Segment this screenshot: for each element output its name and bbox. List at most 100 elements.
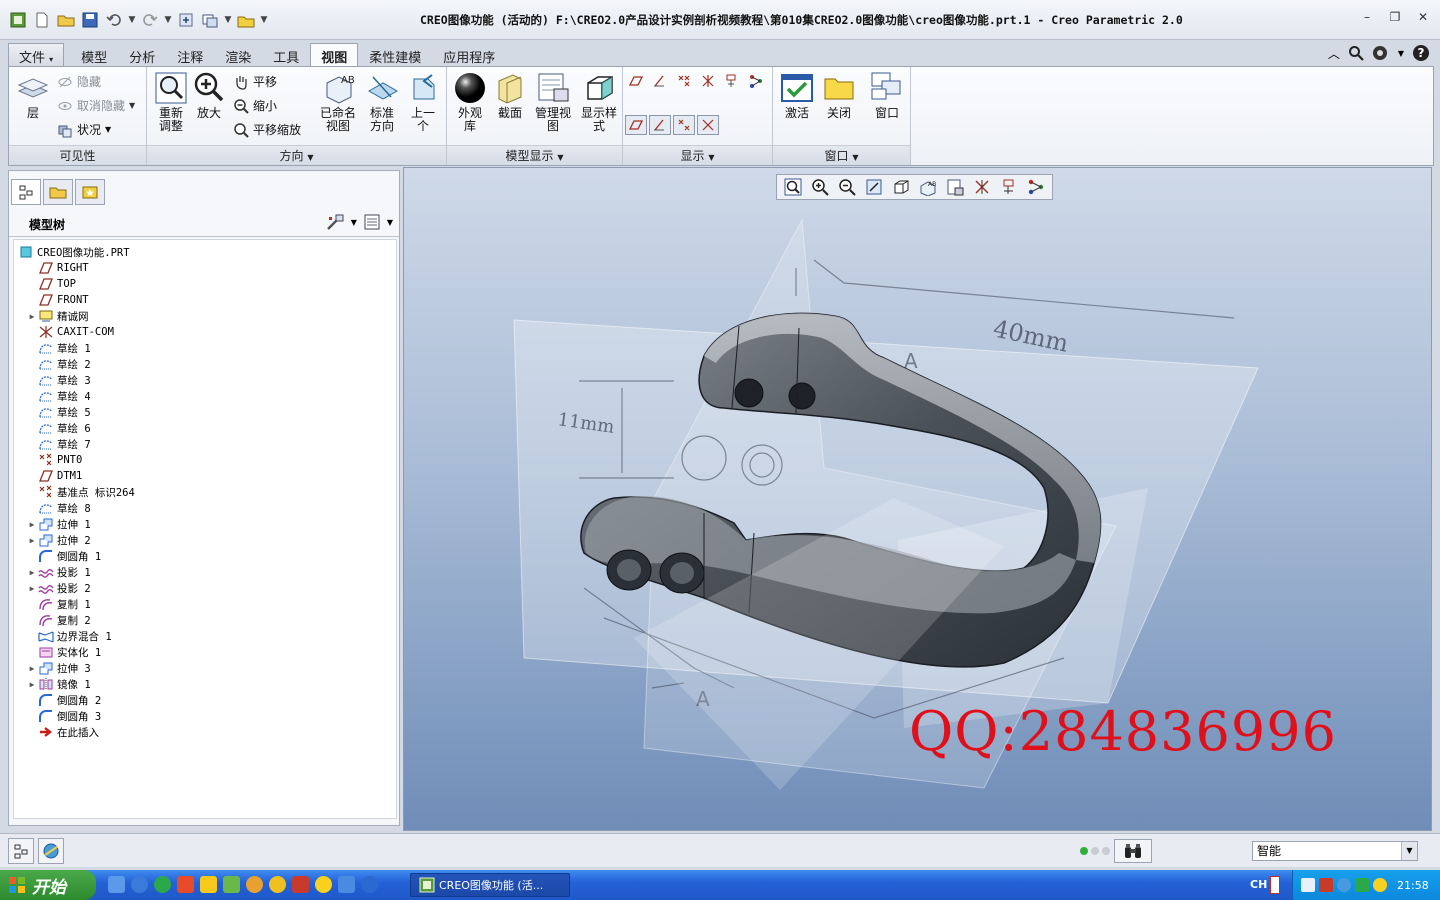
- section-button[interactable]: 截面: [493, 71, 527, 120]
- tree-item[interactable]: ▶ 投影 2: [26, 580, 91, 596]
- language-indicator[interactable]: CH: [1250, 878, 1267, 891]
- restore-icon[interactable]: ❐: [1388, 10, 1402, 24]
- tree-item[interactable]: 草绘 5: [26, 404, 91, 420]
- tree-item[interactable]: 倒圆角 1: [26, 548, 101, 564]
- tray-network-icon[interactable]: [1301, 878, 1315, 892]
- qat-customize-icon[interactable]: ▼: [260, 12, 268, 28]
- tree-item[interactable]: 倒圆角 3: [26, 708, 101, 724]
- expand-arrow-icon[interactable]: ▶: [26, 664, 38, 673]
- tree-item[interactable]: 草绘 7: [26, 436, 91, 452]
- tree-item[interactable]: 倒圆角 2: [26, 692, 101, 708]
- quick-launch-icon-11[interactable]: [338, 876, 355, 893]
- minimize-ribbon-icon[interactable]: ︿: [1328, 45, 1340, 62]
- tray-icon-5[interactable]: [1373, 878, 1387, 892]
- axis-display-icon[interactable]: [649, 71, 671, 91]
- display-style-view-icon[interactable]: [888, 177, 914, 197]
- tree-show-icon[interactable]: [363, 213, 381, 231]
- tree-item[interactable]: ▶ 精诚网: [26, 308, 89, 324]
- tree-settings-icon[interactable]: [325, 213, 345, 231]
- tab-render[interactable]: 渲染: [214, 43, 262, 67]
- quick-launch-icon-7[interactable]: [246, 876, 263, 893]
- status-button[interactable]: 状况 ▼: [57, 121, 111, 138]
- tree-item[interactable]: DTM1: [26, 468, 82, 484]
- tree-item[interactable]: 草绘 6: [26, 420, 91, 436]
- view-manager-icon[interactable]: [942, 177, 968, 197]
- quick-launch-icon-4[interactable]: [177, 876, 194, 893]
- new-file-icon[interactable]: [32, 10, 52, 30]
- tree-item[interactable]: PNT0: [26, 452, 82, 468]
- selection-filter-select[interactable]: 智能 ▼: [1252, 841, 1418, 861]
- manage-views-button[interactable]: 管理视 图: [531, 71, 575, 133]
- toggle-navigator-icon[interactable]: [8, 838, 34, 864]
- undo-dropdown-icon[interactable]: ▼: [128, 12, 136, 28]
- open-folder-icon[interactable]: [56, 10, 76, 30]
- hide-button[interactable]: 隐藏: [57, 73, 101, 90]
- tab-applications[interactable]: 应用程序: [432, 43, 506, 67]
- tree-item[interactable]: 复制 1: [26, 596, 91, 612]
- csys-tag-icon[interactable]: [697, 115, 719, 135]
- tree-item[interactable]: 草绘 4: [26, 388, 91, 404]
- repaint-icon[interactable]: [861, 177, 887, 197]
- tab-annotate[interactable]: 注释: [166, 43, 214, 67]
- tree-item[interactable]: 复制 2: [26, 612, 91, 628]
- point-tag-icon[interactable]: [673, 115, 695, 135]
- windows-button[interactable]: 窗口: [867, 71, 907, 120]
- standard-orientation-button[interactable]: 标准 方向: [363, 71, 401, 133]
- named-views-button[interactable]: AB 已命名 视图: [317, 71, 359, 133]
- previous-view-button[interactable]: 上一 个: [405, 71, 441, 133]
- tree-item[interactable]: TOP: [26, 276, 76, 292]
- search-icon[interactable]: [1348, 45, 1364, 61]
- start-button[interactable]: 开始: [0, 870, 96, 900]
- selection-filter-dropdown-icon[interactable]: ▼: [1401, 842, 1417, 860]
- zoom-in-view-icon[interactable]: [807, 177, 833, 197]
- plane-display-icon[interactable]: [625, 71, 647, 91]
- windows-dropdown-icon[interactable]: ▼: [224, 12, 232, 28]
- tree-item[interactable]: 草绘 1: [26, 340, 91, 356]
- community-icon[interactable]: [1372, 45, 1390, 61]
- show-group-label[interactable]: 显示 ▼: [623, 145, 772, 165]
- spin-center-view-icon[interactable]: [1023, 177, 1049, 197]
- close-window-icon[interactable]: [236, 10, 256, 30]
- close-button[interactable]: 关闭: [819, 71, 859, 120]
- tray-icon-3[interactable]: [1337, 878, 1351, 892]
- minimize-icon[interactable]: –: [1360, 10, 1374, 24]
- axis-tag-icon[interactable]: [649, 115, 671, 135]
- windows-icon[interactable]: [200, 10, 220, 30]
- tray-shield-icon[interactable]: [1355, 878, 1369, 892]
- tree-item[interactable]: ▶ 投影 1: [26, 564, 91, 580]
- zoom-out-button[interactable]: 缩小: [233, 97, 277, 114]
- quick-launch-icon-6[interactable]: [223, 876, 240, 893]
- saved-views-icon[interactable]: AB: [915, 177, 941, 197]
- unhide-button[interactable]: 取消隐藏 ▼: [57, 97, 135, 114]
- tab-analysis[interactable]: 分析: [118, 43, 166, 67]
- pan-zoom-button[interactable]: 平移缩放: [233, 121, 301, 138]
- activate-button[interactable]: 激活: [777, 71, 817, 120]
- tab-tools[interactable]: 工具: [262, 43, 310, 67]
- tree-item[interactable]: ▶ 拉伸 3: [26, 660, 91, 676]
- expand-arrow-icon[interactable]: ▶: [26, 520, 38, 529]
- tree-item[interactable]: 基准点 标识264: [26, 484, 135, 500]
- app-icon[interactable]: [8, 10, 28, 30]
- refit-view-icon[interactable]: [780, 177, 806, 197]
- point-display-icon[interactable]: [673, 71, 695, 91]
- ime-status-icon[interactable]: [1270, 876, 1280, 894]
- tab-model[interactable]: 模型: [70, 43, 118, 67]
- tray-icon-2[interactable]: [1319, 878, 1333, 892]
- csys-display-icon[interactable]: [697, 71, 719, 91]
- layer-button[interactable]: 层: [13, 71, 53, 120]
- tree-item[interactable]: 在此插入: [26, 724, 99, 740]
- tree-item[interactable]: 草绘 3: [26, 372, 91, 388]
- tab-flexible-modeling[interactable]: 柔性建模: [358, 43, 432, 67]
- tree-item[interactable]: CAXIT-COM: [26, 324, 114, 340]
- tree-item[interactable]: CREO图像功能.PRT: [14, 244, 130, 260]
- quick-launch-icon-5[interactable]: [200, 876, 217, 893]
- quick-launch-icon-1[interactable]: [108, 876, 125, 893]
- folder-browser-tab[interactable]: [43, 179, 73, 205]
- tree-item[interactable]: FRONT: [26, 292, 89, 308]
- find-button[interactable]: [1114, 839, 1152, 863]
- save-icon[interactable]: [80, 10, 100, 30]
- expand-arrow-icon[interactable]: ▶: [26, 536, 38, 545]
- close-icon[interactable]: ✕: [1416, 10, 1430, 24]
- annotation-display-view-icon[interactable]: [996, 177, 1022, 197]
- tree-item[interactable]: RIGHT: [26, 260, 89, 276]
